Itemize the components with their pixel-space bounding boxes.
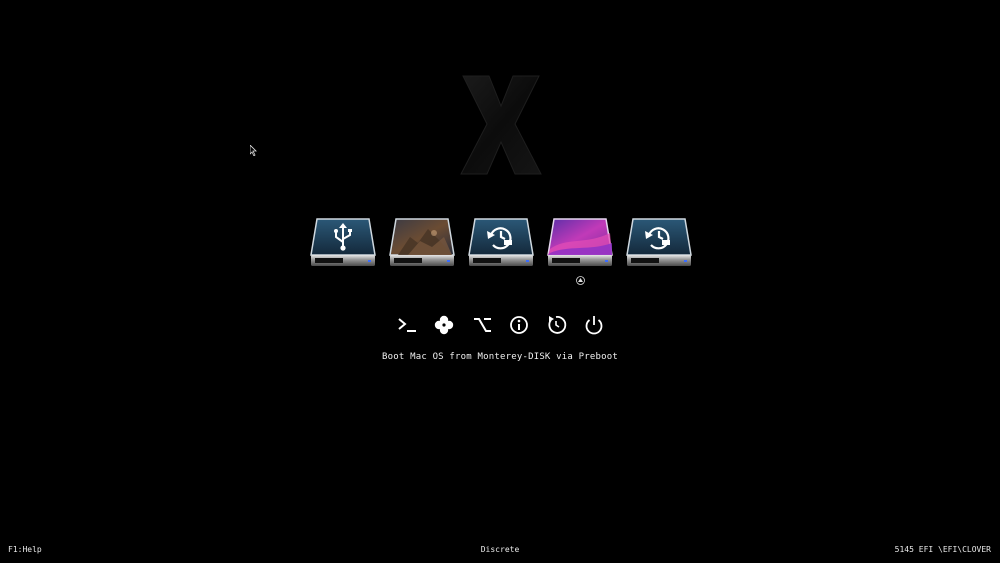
gpu-mode-label: Discrete [480, 545, 520, 554]
selection-indicator-icon [576, 270, 585, 285]
clover-x-logo-icon [455, 68, 547, 180]
recovery-volume[interactable] [467, 215, 535, 271]
boot-message: Boot Mac OS from Monterey-DISK via Prebo… [382, 352, 618, 362]
monterey-volume[interactable] [546, 215, 614, 271]
clover-leaf-icon[interactable] [431, 312, 457, 338]
usb-volume[interactable] [309, 215, 377, 271]
info-icon[interactable] [506, 312, 532, 338]
mouse-pointer-icon [249, 141, 257, 157]
tools-row [390, 312, 610, 340]
boot-volumes-row [305, 215, 695, 285]
reset-icon[interactable] [543, 312, 569, 338]
option-key-icon[interactable] [469, 312, 495, 338]
shell-prompt-icon[interactable] [394, 312, 420, 338]
power-icon[interactable] [581, 312, 607, 338]
bigsur-volume[interactable] [388, 215, 456, 271]
clover-revision-path: 5145 EFI \EFI\CLOVER [894, 545, 991, 554]
recovery-volume-2[interactable] [625, 215, 693, 271]
